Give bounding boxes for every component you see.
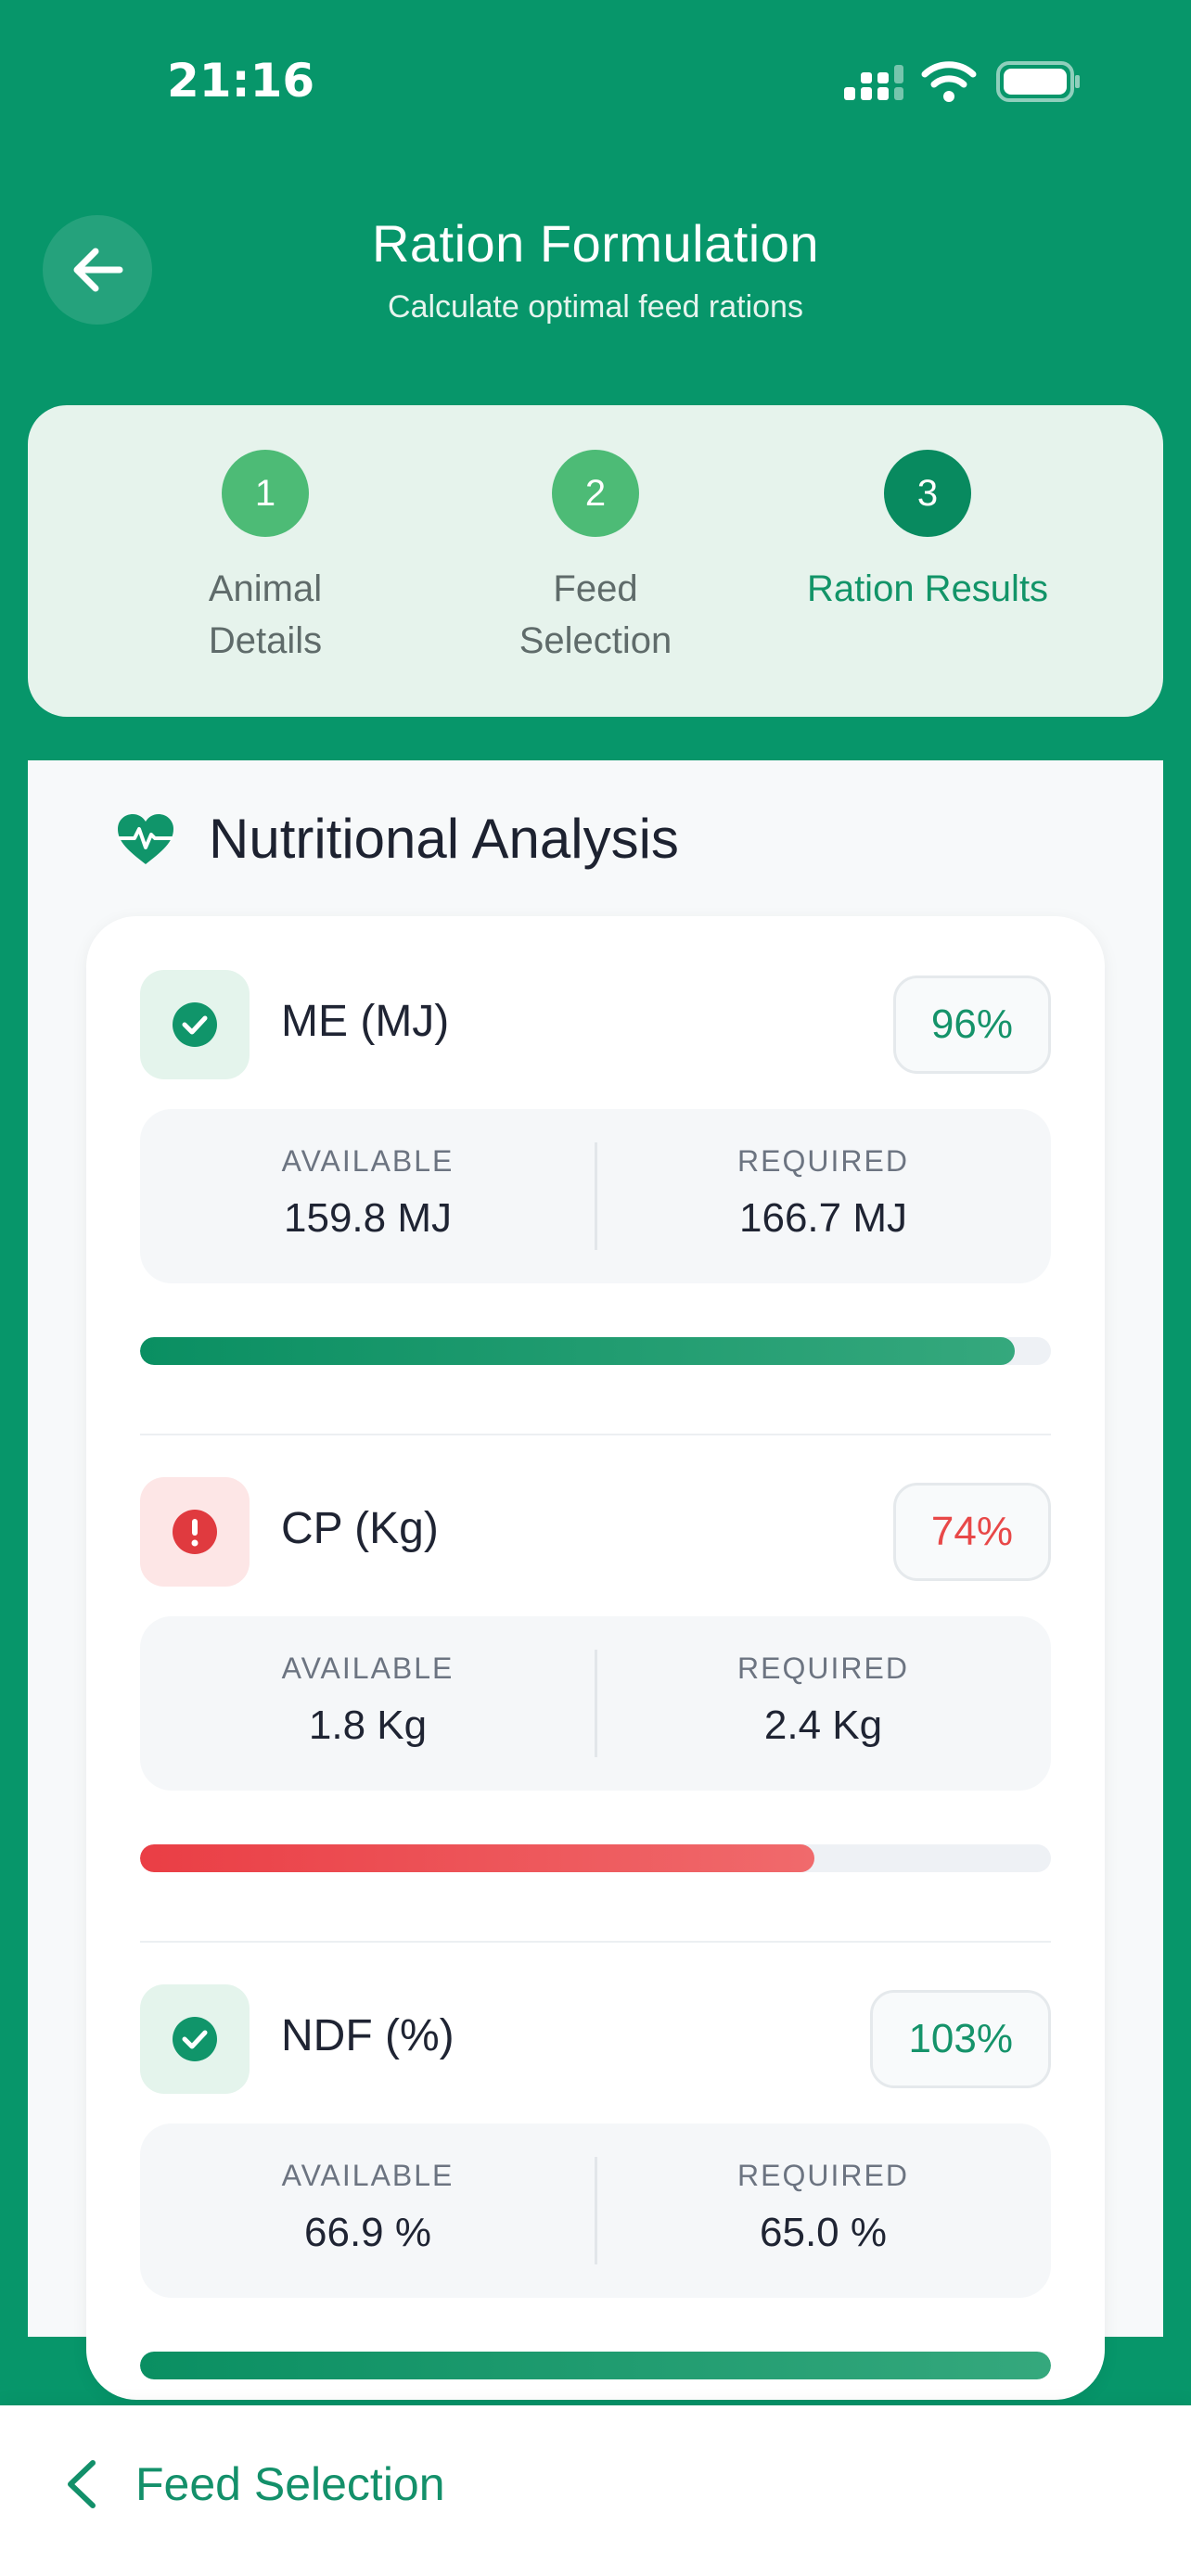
divider: [140, 1941, 1051, 1943]
divider: [140, 1434, 1051, 1435]
status-icon-box: [140, 1984, 250, 2094]
step-animal-details[interactable]: 1 Animal Details: [98, 450, 432, 667]
check-circle-icon: [173, 2017, 217, 2061]
progress-fill: [140, 1337, 1015, 1365]
status-icon-box: [140, 1477, 250, 1587]
nutrient-analysis-card: ME (MJ) 96% AVAILABLE 159.8 MJ REQUIRED …: [86, 916, 1105, 2400]
step-number: 3: [884, 450, 971, 537]
nutrient-name: ME (MJ): [281, 997, 450, 1046]
app-screen: 21:16 Ration Formulation Calculate optim…: [0, 0, 1191, 2576]
step-progress: 1 Animal Details 2 Feed Selection 3 Rati…: [28, 405, 1163, 717]
status-icon-box: [140, 970, 250, 1079]
page-subtitle: Calculate optimal feed rations: [388, 289, 803, 325]
page-title: Ration Formulation: [371, 214, 820, 273]
required-value: 2.4 Kg: [763, 1702, 883, 1748]
progress-fill: [140, 1844, 814, 1872]
battery-icon: [996, 61, 1080, 102]
progress-fill: [140, 2352, 1051, 2379]
values-box: AVAILABLE 1.8 Kg REQUIRED 2.4 Kg: [140, 1616, 1051, 1791]
heart-pulse-icon: [118, 813, 173, 864]
available-label: AVAILABLE: [281, 1651, 455, 1685]
chevron-left-icon: [68, 2460, 96, 2508]
available-label: AVAILABLE: [281, 2159, 455, 2192]
percent-badge: 103%: [870, 1990, 1051, 2088]
progress-bar: [140, 1337, 1051, 1365]
percent-badge: 96%: [892, 976, 1051, 1074]
percent-badge: 74%: [892, 1483, 1051, 1581]
step-label: Ration Results: [806, 568, 1049, 609]
section-header: Nutritional Analysis: [116, 807, 679, 871]
back-to-feed-selection-button[interactable]: Feed Selection: [65, 2457, 445, 2511]
required-value: 166.7 MJ: [739, 1195, 907, 1241]
status-bar: 21:16: [0, 0, 1191, 158]
required-label: REQUIRED: [737, 1144, 909, 1178]
required-label: REQUIRED: [737, 2159, 909, 2192]
results-panel: Nutritional Analysis ME (MJ) 96% AVAILAB…: [28, 760, 1163, 2400]
wifi-icon: [921, 61, 977, 102]
values-box: AVAILABLE 159.8 MJ REQUIRED 166.7 MJ: [140, 1109, 1051, 1283]
step-number: 1: [222, 450, 309, 537]
status-time: 21:16: [167, 54, 315, 108]
nutrient-name: CP (Kg): [281, 1504, 439, 1553]
available-value: 159.8 MJ: [284, 1195, 452, 1241]
required-label: REQUIRED: [737, 1651, 909, 1685]
step-label: Animal Details: [208, 568, 323, 661]
section-title: Nutritional Analysis: [209, 808, 679, 870]
nutrient-name: NDF (%): [281, 2011, 455, 2060]
step-number: 2: [552, 450, 639, 537]
required-value: 65.0 %: [760, 2210, 887, 2255]
alert-circle-icon: [173, 1510, 217, 1554]
cellular-signal-icon: [844, 65, 903, 100]
available-value: 66.9 %: [304, 2210, 431, 2255]
nutrient-ndf: NDF (%) 103% AVAILABLE 66.9 % REQUIRED 6…: [140, 1984, 1051, 2379]
step-label: Feed Selection: [519, 568, 672, 661]
back-label: Feed Selection: [135, 2458, 445, 2510]
step-feed-selection[interactable]: 2 Feed Selection: [429, 450, 762, 667]
progress-bar: [140, 1844, 1051, 1872]
progress-bar: [140, 2352, 1051, 2379]
available-label: AVAILABLE: [281, 1144, 455, 1178]
check-circle-icon: [173, 1002, 217, 1047]
values-box: AVAILABLE 66.9 % REQUIRED 65.0 %: [140, 2123, 1051, 2298]
nutrient-me: ME (MJ) 96% AVAILABLE 159.8 MJ REQUIRED …: [140, 970, 1051, 1435]
step-ration-results[interactable]: 3 Ration Results: [761, 450, 1095, 615]
nutrient-cp: CP (Kg) 74% AVAILABLE 1.8 Kg REQUIRED 2.…: [140, 1477, 1051, 1943]
available-value: 1.8 Kg: [308, 1702, 428, 1748]
bottom-nav-bar: Feed Selection: [0, 2405, 1191, 2576]
